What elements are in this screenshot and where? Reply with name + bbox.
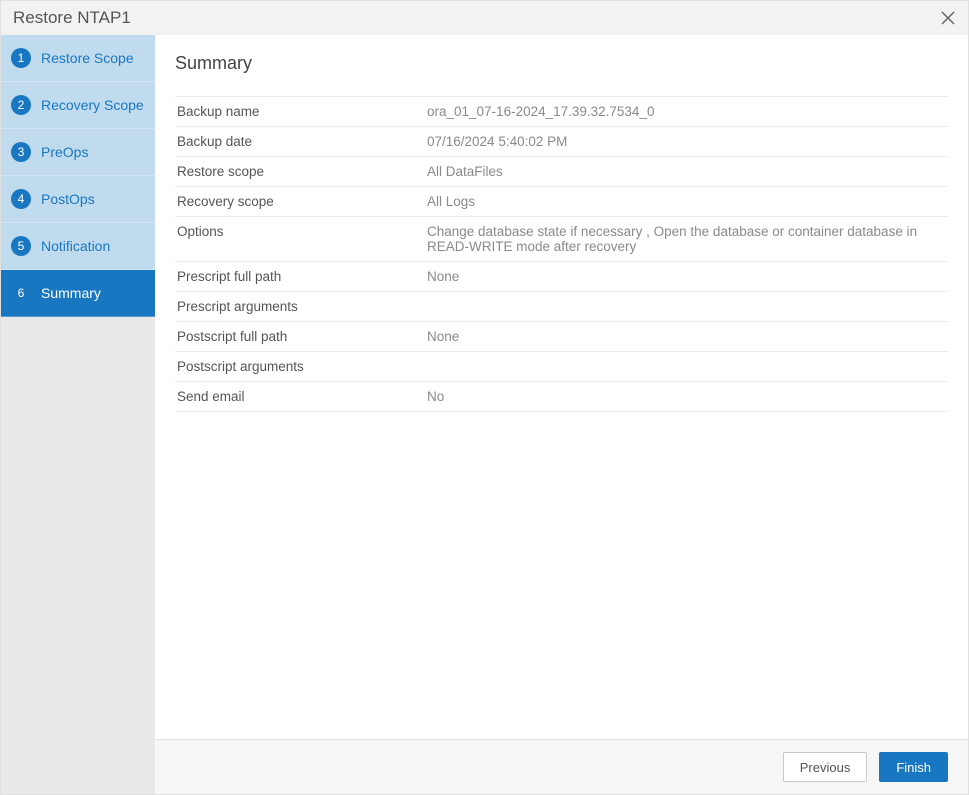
summary-value: None (425, 262, 948, 292)
summary-key: Postscript full path (175, 322, 425, 352)
summary-row: Prescript full path None (175, 262, 948, 292)
step-label: PreOps (41, 144, 88, 160)
main-panel: Summary Backup name ora_01_07-16-2024_17… (155, 35, 968, 794)
summary-row: Backup date 07/16/2024 5:40:02 PM (175, 127, 948, 157)
summary-value (425, 292, 948, 322)
step-restore-scope[interactable]: 1 Restore Scope (1, 35, 155, 82)
previous-button[interactable]: Previous (783, 752, 868, 782)
sidebar-fill (1, 317, 155, 794)
dialog-footer: Previous Finish (155, 739, 968, 794)
step-postops[interactable]: 4 PostOps (1, 176, 155, 223)
summary-row: Restore scope All DataFiles (175, 157, 948, 187)
summary-value: All DataFiles (425, 157, 948, 187)
page-heading: Summary (175, 53, 948, 74)
dialog-body: 1 Restore Scope 2 Recovery Scope 3 PreOp… (1, 35, 968, 794)
summary-row: Send email No (175, 382, 948, 412)
summary-key: Restore scope (175, 157, 425, 187)
wizard-sidebar: 1 Restore Scope 2 Recovery Scope 3 PreOp… (1, 35, 155, 794)
main-content: Summary Backup name ora_01_07-16-2024_17… (155, 35, 968, 739)
finish-button[interactable]: Finish (879, 752, 948, 782)
summary-key: Prescript arguments (175, 292, 425, 322)
summary-key: Options (175, 217, 425, 262)
summary-value (425, 352, 948, 382)
summary-value: 07/16/2024 5:40:02 PM (425, 127, 948, 157)
summary-key: Backup name (175, 97, 425, 127)
summary-value: All Logs (425, 187, 948, 217)
step-label: Summary (41, 285, 101, 301)
step-badge: 3 (11, 142, 31, 162)
step-label: PostOps (41, 191, 95, 207)
summary-row: Postscript arguments (175, 352, 948, 382)
step-recovery-scope[interactable]: 2 Recovery Scope (1, 82, 155, 129)
step-summary[interactable]: 6 Summary (1, 270, 155, 317)
summary-row: Prescript arguments (175, 292, 948, 322)
summary-row: Backup name ora_01_07-16-2024_17.39.32.7… (175, 97, 948, 127)
step-badge: 1 (11, 48, 31, 68)
summary-value: ora_01_07-16-2024_17.39.32.7534_0 (425, 97, 948, 127)
summary-key: Postscript arguments (175, 352, 425, 382)
summary-key: Send email (175, 382, 425, 412)
restore-dialog: Restore NTAP1 1 Restore Scope 2 Recovery… (0, 0, 969, 795)
step-label: Restore Scope (41, 50, 134, 66)
summary-table: Backup name ora_01_07-16-2024_17.39.32.7… (175, 96, 948, 412)
step-notification[interactable]: 5 Notification (1, 223, 155, 270)
step-badge: 2 (11, 95, 31, 115)
step-badge: 6 (11, 283, 31, 303)
summary-value: No (425, 382, 948, 412)
close-icon[interactable] (938, 8, 958, 28)
summary-value: Change database state if necessary , Ope… (425, 217, 948, 262)
titlebar: Restore NTAP1 (1, 1, 968, 35)
step-badge: 5 (11, 236, 31, 256)
summary-row: Recovery scope All Logs (175, 187, 948, 217)
summary-value: None (425, 322, 948, 352)
dialog-title: Restore NTAP1 (13, 8, 131, 28)
summary-row: Postscript full path None (175, 322, 948, 352)
summary-key: Backup date (175, 127, 425, 157)
step-badge: 4 (11, 189, 31, 209)
step-label: Notification (41, 238, 110, 254)
summary-row: Options Change database state if necessa… (175, 217, 948, 262)
step-label: Recovery Scope (41, 97, 144, 113)
step-preops[interactable]: 3 PreOps (1, 129, 155, 176)
summary-key: Recovery scope (175, 187, 425, 217)
summary-key: Prescript full path (175, 262, 425, 292)
